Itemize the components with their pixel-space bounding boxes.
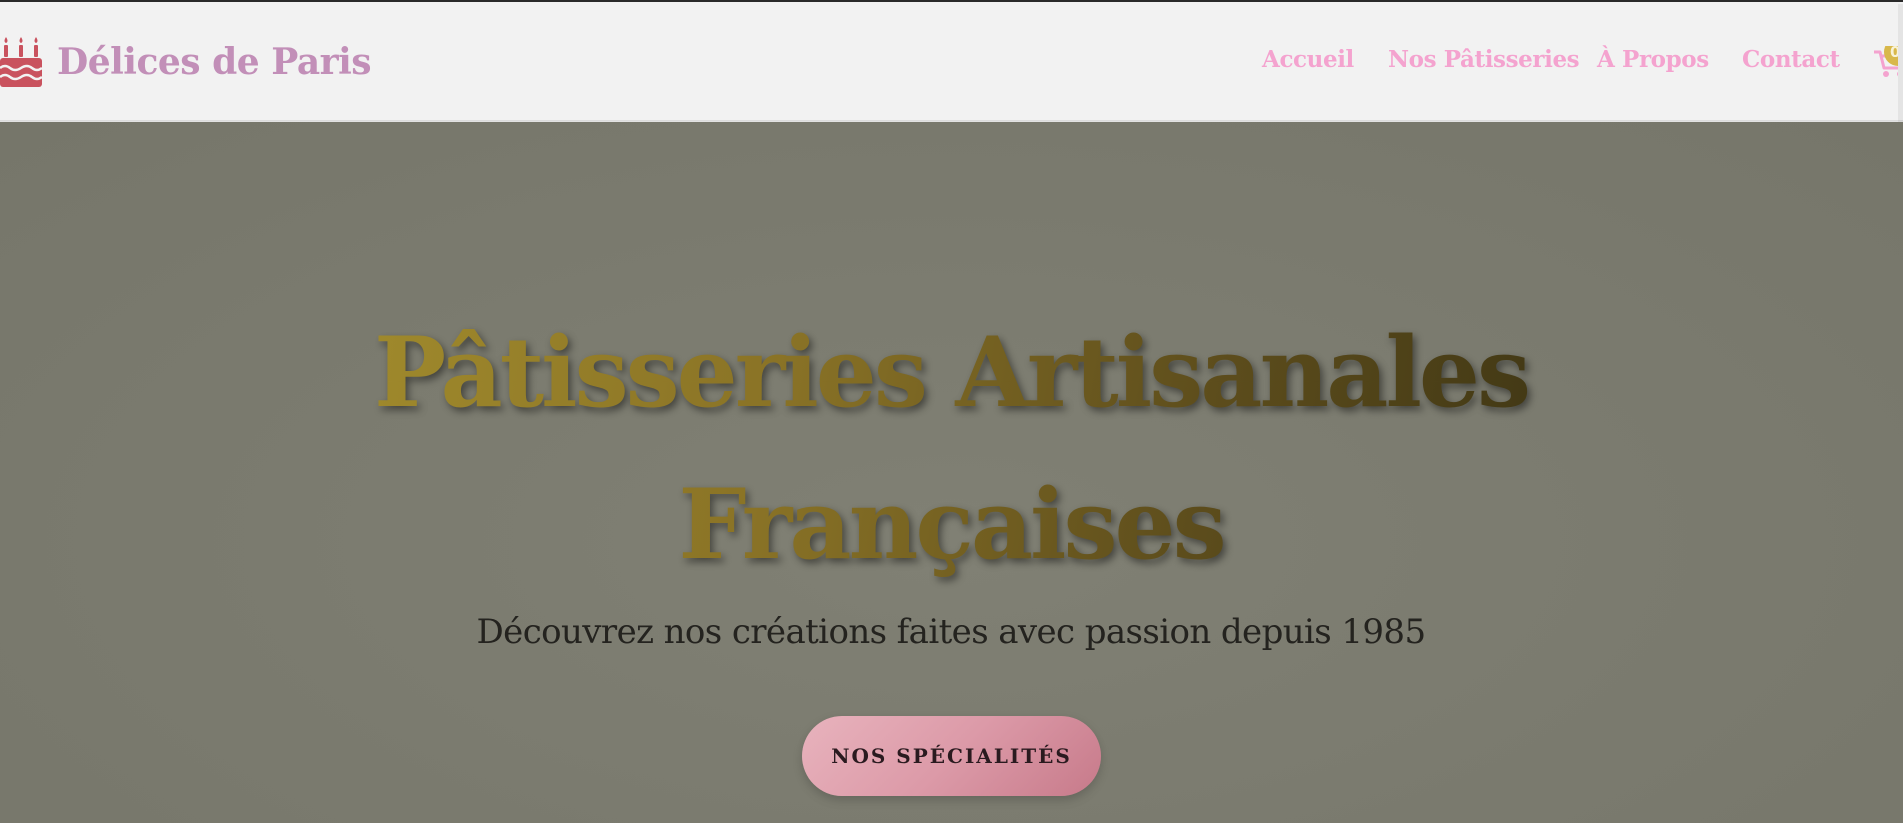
nav-link-accueil[interactable]: Accueil <box>1262 46 1354 73</box>
hero-title: Pâtisseries Artisanales Françaises <box>351 297 1551 601</box>
site-header: Délices de Paris Accueil Nos Pâtisseries… <box>0 2 1903 124</box>
hero-title-line-2: Françaises <box>678 468 1224 581</box>
main-nav: Accueil Nos Pâtisseries À Propos Contact <box>0 46 1903 82</box>
nav-link-a-propos[interactable]: À Propos <box>1597 46 1709 73</box>
page-scrollbar[interactable] <box>1898 4 1903 124</box>
nav-link-nos-patisseries[interactable]: Nos Pâtisseries <box>1388 46 1580 73</box>
nav-link-contact[interactable]: Contact <box>1742 46 1840 73</box>
hero-title-line-1: Pâtisseries Artisanales <box>373 316 1529 429</box>
hero-section: Pâtisseries Artisanales Françaises Décou… <box>0 122 1903 823</box>
hero-subtitle: Découvrez nos créations faites avec pass… <box>476 612 1427 652</box>
specialties-cta-button[interactable]: NOS SPÉCIALITÉS <box>802 716 1101 796</box>
